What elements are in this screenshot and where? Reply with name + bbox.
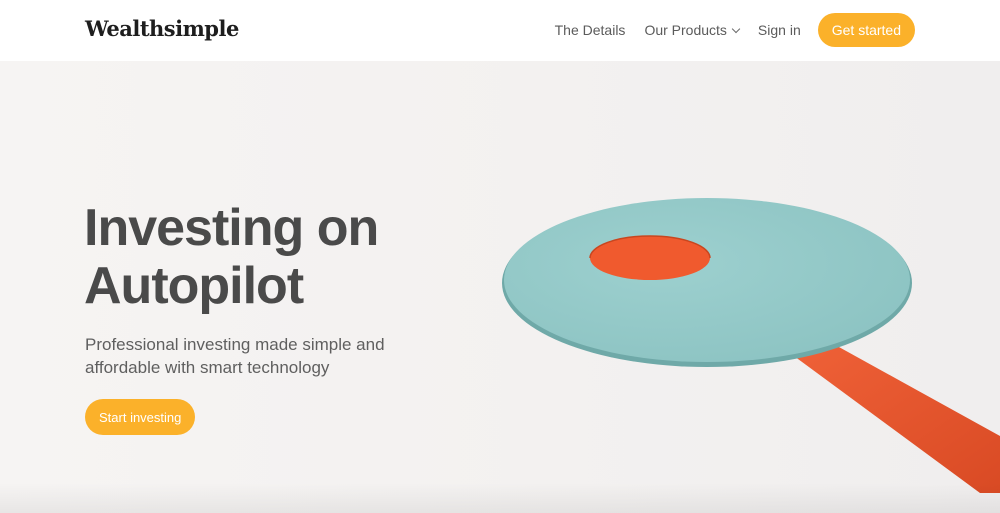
teal-disc-shape xyxy=(504,198,910,362)
nav-links: The Details Our Products Sign in Get sta… xyxy=(555,13,915,47)
hero-subtitle: Professional investing made simple and a… xyxy=(85,335,385,377)
chevron-down-icon xyxy=(731,24,741,33)
top-navbar: Wealthsimple The Details Our Products Si… xyxy=(0,0,1000,61)
nav-our-products-dropdown[interactable]: Our Products xyxy=(644,22,741,38)
get-started-button[interactable]: Get started xyxy=(817,13,915,47)
hero-headline-line1: Investing on xyxy=(84,199,379,257)
nav-our-products-label: Our Products xyxy=(644,22,727,38)
brand-logo[interactable]: Wealthsimple xyxy=(85,16,239,41)
hero-section: Investing on Autopilot Professional inve… xyxy=(0,61,1000,513)
bottom-shadow xyxy=(0,483,1000,513)
hero-headline: Investing on Autopilot xyxy=(84,199,444,315)
hero-headline-line2: Autopilot xyxy=(84,257,304,315)
nav-sign-in-link[interactable]: Sign in xyxy=(758,22,801,38)
nav-the-details-link[interactable]: The Details xyxy=(555,22,626,38)
start-investing-button[interactable]: Start investing xyxy=(85,399,196,435)
